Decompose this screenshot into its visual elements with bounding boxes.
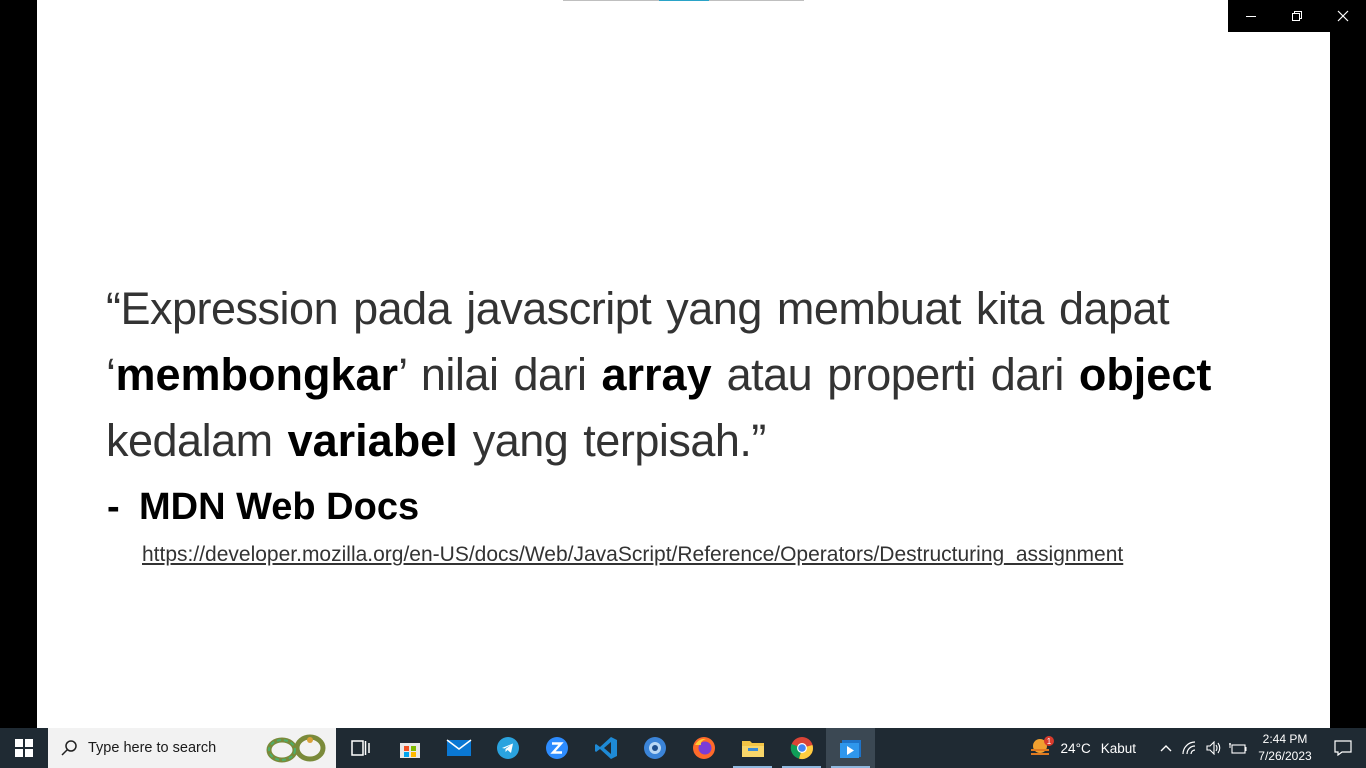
search-highlight-icon <box>266 734 326 763</box>
quote-bold-membongkar: membongkar <box>115 349 399 400</box>
presentation-slide: “Expression pada javascript yang membuat… <box>37 0 1330 728</box>
restore-icon <box>1292 11 1302 21</box>
notification-icon <box>1334 740 1352 756</box>
system-tray: 1 24°C Kabut 2:44 PM 7/26/2023 <box>1029 728 1366 768</box>
taskbar-browser[interactable] <box>630 728 679 768</box>
battery-charging-icon <box>1229 743 1247 754</box>
taskbar-zoom[interactable] <box>532 728 581 768</box>
folder-icon <box>741 741 764 757</box>
start-button[interactable] <box>0 728 48 768</box>
taskbar-chrome[interactable] <box>777 728 826 768</box>
slide-progress-fill <box>659 0 709 1</box>
weather-fog-icon: 1 <box>1030 736 1054 755</box>
taskbar-mail[interactable] <box>434 728 483 768</box>
close-button[interactable] <box>1320 0 1366 32</box>
taskbar-media-player[interactable] <box>826 728 875 768</box>
taskbar-file-explorer[interactable] <box>728 728 777 768</box>
search-icon <box>61 740 77 756</box>
taskbar-search-box[interactable]: Type here to search <box>48 728 336 768</box>
quote-text: “Expression pada javascript yang membuat… <box>106 276 1256 474</box>
store-icon <box>399 743 420 758</box>
vscode-icon <box>594 737 617 759</box>
quote-attribution: - MDN Web Docs <box>107 486 419 529</box>
task-view-button[interactable] <box>336 728 385 768</box>
quote-line-1: “Expression pada javascript yang membuat… <box>106 283 1170 334</box>
restore-button[interactable] <box>1274 0 1320 32</box>
windows-logo-icon <box>15 739 33 757</box>
minimize-button[interactable] <box>1228 0 1274 32</box>
volume-button[interactable] <box>1202 741 1226 755</box>
taskbar-vscode[interactable] <box>581 728 630 768</box>
quote-bold-variabel: variabel <box>287 415 458 466</box>
chrome-icon <box>790 737 813 759</box>
weather-alert-badge: 1 <box>1046 737 1051 746</box>
browser-globe-icon <box>643 737 666 759</box>
show-hidden-icons-button[interactable] <box>1154 744 1178 752</box>
taskbar-microsoft-store[interactable] <box>385 728 434 768</box>
taskbar-firefox[interactable] <box>679 728 728 768</box>
mdn-reference-link[interactable]: https://developer.mozilla.org/en-US/docs… <box>142 543 1123 567</box>
battery-button[interactable] <box>1226 742 1250 754</box>
window-controls <box>1228 0 1366 32</box>
weather-temperature: 24°C <box>1060 740 1091 756</box>
close-icon <box>1337 10 1349 22</box>
zoom-icon <box>545 737 568 759</box>
clock-time: 2:44 PM <box>1262 732 1308 746</box>
weather-widget[interactable]: 1 24°C Kabut <box>1029 736 1136 760</box>
speaker-icon <box>1206 741 1221 755</box>
taskbar-clock[interactable]: 2:44 PM 7/26/2023 <box>1250 731 1320 765</box>
quote-bold-array: array <box>601 349 712 400</box>
attribution-dash: - <box>107 486 120 528</box>
task-view-icon <box>350 740 370 756</box>
slide-progress-bar <box>563 0 804 1</box>
chevron-up-icon <box>1160 745 1172 752</box>
search-placeholder: Type here to search <box>88 740 217 756</box>
taskbar: Type here to search 1 24°C Kabut 2:44 PM… <box>0 728 1366 768</box>
minimize-icon <box>1246 16 1256 17</box>
telegram-icon <box>496 737 519 759</box>
network-button[interactable] <box>1178 741 1202 755</box>
taskbar-telegram[interactable] <box>483 728 532 768</box>
attribution-source: MDN Web Docs <box>139 486 420 528</box>
mail-icon <box>446 739 471 756</box>
firefox-icon <box>692 737 715 759</box>
quote-line-3: kedalam variabel yang terpisah.” <box>106 415 766 466</box>
quote-bold-object: object <box>1078 349 1212 400</box>
quote-line-2: ‘membongkar’ nilai dari array atau prope… <box>106 349 1212 400</box>
notification-center-button[interactable] <box>1320 740 1366 756</box>
wifi-icon <box>1182 741 1196 755</box>
media-player-icon <box>839 740 861 758</box>
clock-date: 7/26/2023 <box>1258 749 1312 763</box>
weather-description: Kabut <box>1100 740 1136 756</box>
